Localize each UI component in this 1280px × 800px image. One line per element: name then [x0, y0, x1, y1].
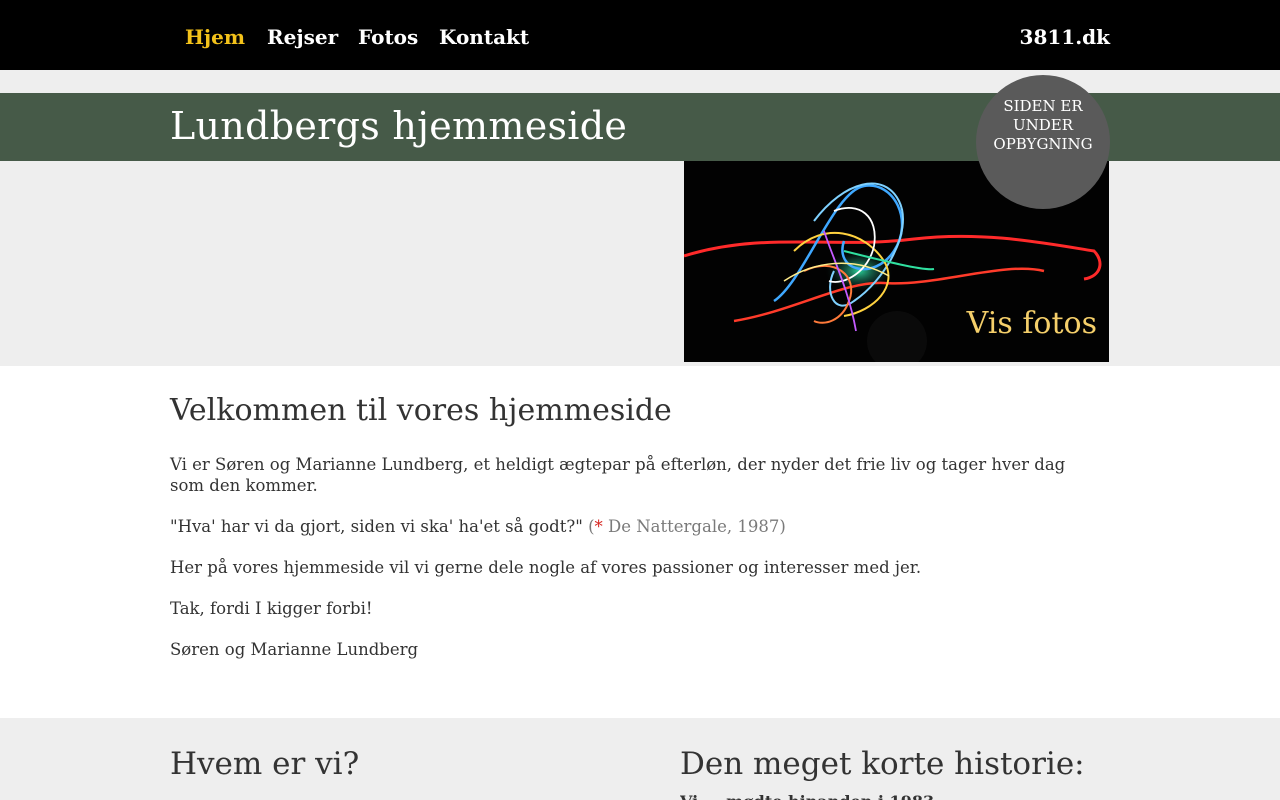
historie-text-partial: Vi ... mødte hinanden i 1983 [680, 792, 1110, 800]
thanks-paragraph: Tak, fordi I kigger forbi! [170, 599, 373, 618]
intro-paragraph: Vi er Søren og Marianne Lundberg, et hel… [170, 455, 1066, 495]
top-navigation: Hjem Rejser Fotos Kontakt 3811.dk [0, 0, 1280, 70]
vis-fotos-link[interactable]: Vis fotos [967, 304, 1097, 344]
nav-item-hjem[interactable]: Hjem [185, 22, 245, 52]
passions-paragraph: Her på vores hjemmeside vil vi gerne del… [170, 558, 922, 577]
quote-source: De Nattergale, 1987) [602, 517, 786, 536]
site-title: Lundbergs hjemmeside [170, 104, 628, 148]
quote-paragraph: "Hva' har vi da gjort, siden vi ska' ha'… [170, 516, 1070, 537]
historie-heading: Den meget korte historie: [680, 746, 1085, 782]
under-construction-badge: SIDEN ER UNDER OPBYGNING [976, 75, 1110, 209]
hvem-er-vi-heading: Hvem er vi? [170, 746, 360, 782]
site-brand-link[interactable]: 3811.dk [1020, 22, 1110, 52]
nav-item-rejser[interactable]: Rejser [267, 22, 338, 52]
signature: Søren og Marianne Lundberg [170, 640, 419, 659]
nav-item-fotos[interactable]: Fotos [358, 22, 418, 52]
welcome-heading: Velkommen til vores hjemmeside [170, 393, 672, 428]
badge-line-3: OPBYGNING [993, 135, 1093, 153]
nav-item-kontakt[interactable]: Kontakt [439, 22, 529, 52]
quote-text: "Hva' har vi da gjort, siden vi ska' ha'… [170, 517, 583, 536]
badge-line-2: UNDER [1012, 116, 1074, 134]
badge-line-1: SIDEN ER [1003, 97, 1083, 115]
quote-asterisk: * [594, 517, 603, 536]
welcome-section: Velkommen til vores hjemmeside Vi er Sør… [170, 390, 1070, 680]
